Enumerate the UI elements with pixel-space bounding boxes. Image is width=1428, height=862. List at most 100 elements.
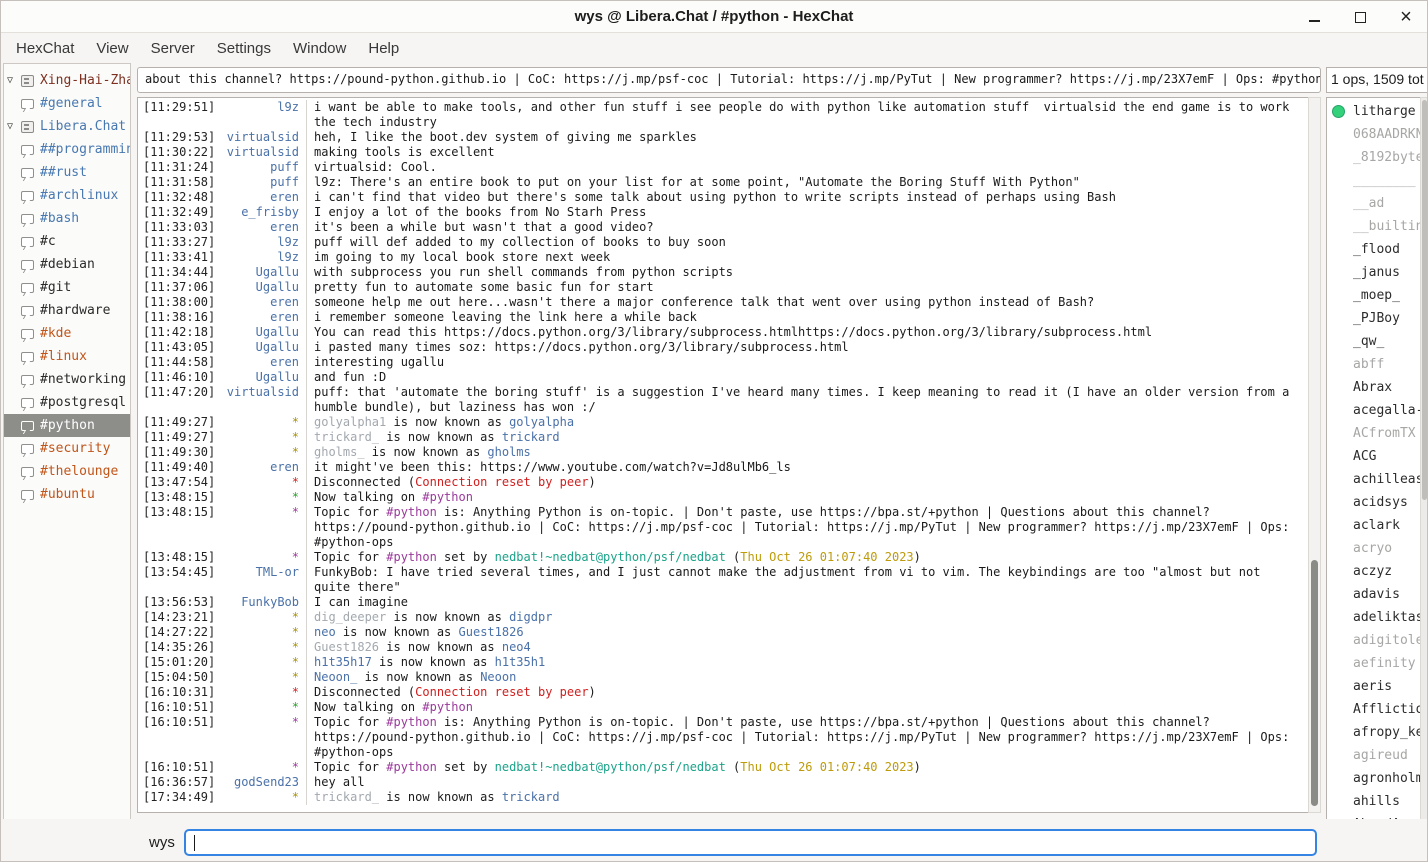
user-list-item[interactable]: ________	[1327, 169, 1420, 192]
user-list-item[interactable]: adeliktas	[1327, 606, 1420, 629]
sidebar-item-hardware[interactable]: #hardware	[4, 299, 130, 322]
menu-hexchat[interactable]: HexChat	[5, 36, 85, 61]
sidebar-item-kde[interactable]: #kde	[4, 322, 130, 345]
channel-bubble-icon	[21, 214, 34, 224]
user-list-item[interactable]: ahills	[1327, 790, 1420, 813]
message-segment: Topic for	[314, 505, 386, 519]
user-list-item[interactable]: adigitole	[1327, 629, 1420, 652]
user-list-item[interactable]: abff	[1327, 353, 1420, 376]
timestamp: [16:10:51]	[138, 760, 218, 775]
user-list-item[interactable]: Affliction	[1327, 698, 1420, 721]
menu-window[interactable]: Window	[282, 36, 357, 61]
user-list-item[interactable]: ACfromTX	[1327, 422, 1420, 445]
sidebar-item-ubuntu[interactable]: #ubuntu	[4, 483, 130, 506]
collapse-triangle-icon[interactable]: ▽	[7, 75, 21, 86]
message-text: gholms_ is now known as gholms	[306, 445, 1308, 460]
timestamp: [13:56:53]	[138, 595, 218, 610]
nick: Ugallu	[218, 340, 306, 355]
menu-server[interactable]: Server	[140, 36, 206, 61]
user-list-item[interactable]: Abrax	[1327, 376, 1420, 399]
sidebar-item-networking[interactable]: #networking	[4, 368, 130, 391]
user-list-item[interactable]: _moep_	[1327, 284, 1420, 307]
message-text: FunkyBob: I have tried several times, an…	[306, 565, 1308, 595]
message-segment: #python	[386, 760, 437, 774]
sidebar-item-programming[interactable]: ##programming	[4, 138, 130, 161]
timestamp: [11:49:27]	[138, 415, 218, 430]
chat-scrollbar[interactable]	[1308, 97, 1321, 813]
user-list-item[interactable]: acryo	[1327, 537, 1420, 560]
userlist-scrollbar[interactable]	[1420, 97, 1428, 837]
sidebar-item-xing-hai-zhan[interactable]: ▽Xing-Hai-Zhan	[4, 69, 130, 92]
user-list-item[interactable]: agronholm	[1327, 767, 1420, 790]
chat-line: [11:29:51]l9zi want be able to make tool…	[138, 100, 1308, 130]
user-list-item[interactable]: _PJBoy	[1327, 307, 1420, 330]
chat-line: [14:27:22]*neo is now known as Guest1826	[138, 625, 1308, 640]
menu-view[interactable]: View	[85, 36, 139, 61]
menu-settings[interactable]: Settings	[206, 36, 282, 61]
message-text: i can't find that video but there's some…	[306, 190, 1308, 205]
message-input[interactable]	[184, 829, 1317, 856]
sidebar-item-rust[interactable]: ##rust	[4, 161, 130, 184]
user-list-item[interactable]: afropy_ke	[1327, 721, 1420, 744]
user-list-item[interactable]: agireud	[1327, 744, 1420, 767]
user-list-item[interactable]: litharge	[1327, 100, 1420, 123]
message-segment: Topic for	[314, 715, 386, 729]
close-icon[interactable]: ×	[1395, 6, 1417, 28]
nick: Ugallu	[218, 265, 306, 280]
user-list-item[interactable]: ACG	[1327, 445, 1420, 468]
timestamp: [11:33:27]	[138, 235, 218, 250]
message-segment: #python	[386, 550, 437, 564]
topic-bar[interactable]: about this channel? https://pound-python…	[137, 67, 1321, 93]
titlebar[interactable]: wys @ Libera.Chat / #python - HexChat ×	[1, 1, 1427, 33]
sidebar-item-bash[interactable]: #bash	[4, 207, 130, 230]
user-list-item[interactable]: aczyz	[1327, 560, 1420, 583]
user-list-item[interactable]: acidsys	[1327, 491, 1420, 514]
user-list-item[interactable]: __ad	[1327, 192, 1420, 215]
user-list-item[interactable]: aeris	[1327, 675, 1420, 698]
menu-help[interactable]: Help	[357, 36, 410, 61]
sidebar-item-debian[interactable]: #debian	[4, 253, 130, 276]
user-list-item[interactable]: _8192byte	[1327, 146, 1420, 169]
timestamp: [11:46:10]	[138, 370, 218, 385]
message-segment: gholms	[487, 445, 530, 459]
timestamp: [11:49:30]	[138, 445, 218, 460]
sidebar-item-general[interactable]: #general	[4, 92, 130, 115]
chat-line: [15:01:20]*h1t35h17 is now known as h1t3…	[138, 655, 1308, 670]
channel-bubble-icon	[21, 352, 34, 362]
user-list-item[interactable]: 068AADRKN	[1327, 123, 1420, 146]
maximize-icon[interactable]	[1349, 6, 1371, 28]
minimize-icon[interactable]	[1303, 6, 1325, 28]
user-list-item[interactable]: _flood	[1327, 238, 1420, 261]
user-list-item[interactable]: adavis	[1327, 583, 1420, 606]
message-segment: Neoon_	[314, 670, 357, 684]
chat-line: [17:34:49]*trickard_ is now known as tri…	[138, 790, 1308, 805]
user-list-item[interactable]: _qw_	[1327, 330, 1420, 353]
sidebar-item-postgresql[interactable]: #postgresql	[4, 391, 130, 414]
user-nick: adeliktas	[1353, 610, 1420, 625]
sidebar-item-thelounge[interactable]: #thelounge	[4, 460, 130, 483]
chat-scrollbar-thumb[interactable]	[1311, 560, 1318, 806]
user-list-item[interactable]: acegalla-	[1327, 399, 1420, 422]
sidebar-item-c[interactable]: #c	[4, 230, 130, 253]
user-list-item[interactable]: aefinity	[1327, 652, 1420, 675]
sidebar-item-security[interactable]: #security	[4, 437, 130, 460]
text-caret	[194, 835, 195, 851]
sidebar-item-libera.chat[interactable]: ▽Libera.Chat	[4, 115, 130, 138]
user-list-item[interactable]: _janus	[1327, 261, 1420, 284]
collapse-triangle-icon[interactable]: ▽	[7, 121, 21, 132]
user-list-item[interactable]: achilleas	[1327, 468, 1420, 491]
sidebar-item-python[interactable]: #python	[4, 414, 130, 437]
user-list-item[interactable]: __builtin	[1327, 215, 1420, 238]
message-segment: im going to my local book store next wee…	[314, 250, 610, 264]
message-text: pretty fun to automate some basic fun fo…	[306, 280, 1308, 295]
message-segment: virtualsid: Cool.	[314, 160, 437, 174]
sidebar-item-archlinux[interactable]: #archlinux	[4, 184, 130, 207]
userlist-scrollbar-thumb[interactable]	[1422, 100, 1427, 500]
channel-bubble-icon	[21, 260, 34, 270]
chat-line: [16:10:51]*Now talking on #python	[138, 700, 1308, 715]
sidebar-item-linux[interactable]: #linux	[4, 345, 130, 368]
message-text: Topic for #python set by nedbat!~nedbat@…	[306, 550, 1308, 565]
sidebar-item-git[interactable]: #git	[4, 276, 130, 299]
own-nick-label[interactable]: wys	[149, 834, 175, 851]
user-list-item[interactable]: aclark	[1327, 514, 1420, 537]
